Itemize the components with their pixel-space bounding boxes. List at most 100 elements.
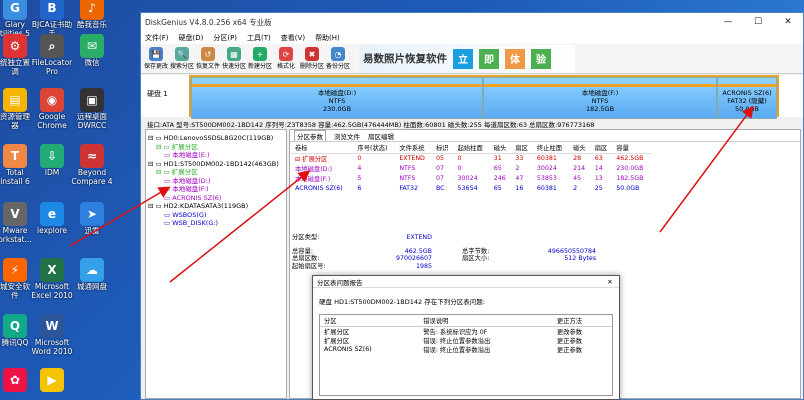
desktop-icon[interactable]: ⇩ IDM: [30, 144, 74, 177]
desktop-icon[interactable]: V Mware orkstat...: [0, 202, 32, 244]
menu-disk[interactable]: 硬盘(D): [179, 33, 204, 43]
tree-node[interactable]: ▭ 本地磁盘(F:): [148, 185, 284, 194]
desktop-icon-label-2: 器: [11, 121, 19, 130]
toolbar-button[interactable]: ◔ 备份分区: [326, 47, 350, 70]
toolbar-button[interactable]: + 新建分区: [248, 47, 272, 70]
error-list[interactable]: 分区 错误说明 更正方法 扩展分区 警告: 系统标识应为 0F 更改参数 扩展分区 错误: …: [319, 314, 613, 396]
toolbar-button[interactable]: ↺ 恢复文件: [196, 47, 220, 70]
ad-banner[interactable]: 易数照片恢复软件 立即体验: [359, 44, 575, 73]
column-header[interactable]: 磁头: [570, 142, 592, 154]
toolbar-button[interactable]: 💾 保存更改: [144, 47, 168, 70]
partition-block[interactable]: ACRONIS SZ(6) FAT32 (隐藏) 50.0GB: [717, 77, 777, 119]
toolbar-icon: ⟳: [279, 47, 293, 61]
tree-node[interactable]: ⊟ ▭ 扩展分区: [148, 168, 284, 177]
toolbar-button[interactable]: 🔍 搜索分区: [170, 47, 194, 70]
column-header[interactable]: 容量: [613, 142, 652, 154]
error-row[interactable]: ACRONIS SZ(6) 错误: 终止位置参数溢出 更正参数: [320, 345, 612, 354]
column-header[interactable]: 磁头: [490, 142, 513, 154]
desktop-icon[interactable]: e lexplore: [30, 202, 74, 235]
menu-view[interactable]: 查看(V): [281, 33, 305, 43]
table-row[interactable]: 本地磁盘(F:) 5 NTFS 07 30024 246 47 53853 45 13 182.5G…: [292, 174, 652, 184]
desktop-icon-label: Microsoft: [34, 338, 70, 347]
table-row[interactable]: ⊟ 扩展分区 0 EXTEND 05 0 31 33 60381 28 63 462.5GB: [292, 154, 652, 164]
desktop-icon[interactable]: ≈ Beyond Compare 4: [71, 144, 113, 186]
error-row[interactable]: 扩展分区 错误: 终止位置参数溢出 更正参数: [320, 336, 612, 345]
tree-node[interactable]: ▭ 本地磁盘(D:): [148, 177, 284, 186]
desktop-icon[interactable]: Q 腾讯QQ: [0, 314, 30, 347]
tab-partition-params[interactable]: 分区参数: [294, 130, 326, 141]
partition-block[interactable]: 本地磁盘(D:) NTFS 230.0GB: [191, 77, 483, 119]
title-bar[interactable]: DiskGenius V4.8.0.256 x64 专业版 — ☐ ✕: [141, 13, 803, 31]
toolbar-button[interactable]: ⟳ 格式化: [275, 47, 297, 70]
partition-size: 182.5GB: [585, 104, 615, 113]
error-row[interactable]: 扩展分区 警告: 系统标识应为 0F 更改参数: [320, 327, 612, 336]
app-icon: ◉: [40, 88, 64, 112]
tree-node[interactable]: ▭ WSBOS(G): [148, 211, 284, 220]
menu-help[interactable]: 帮助(H): [315, 33, 340, 43]
error-column-header[interactable]: 错误说明: [419, 315, 553, 327]
column-header[interactable]: 终止柱面: [533, 142, 571, 154]
extended-partition-bar[interactable]: 本地磁盘(D:) NTFS 230.0GB 本地磁盘(F:) NTFS 182.5GB AC…: [189, 75, 779, 119]
partition-error-dialog[interactable]: 分区表问题报告 ✕ 硬盘 HD1:ST500DM002-1BD142 存在下列分…: [312, 275, 620, 400]
tree-node[interactable]: ▭ ACRONIS SZ(6): [148, 194, 284, 203]
partition-size: 230.0GB: [322, 104, 352, 113]
desktop-icon[interactable]: ▣ 远程桌面 DWRCC: [72, 88, 112, 130]
desktop-icon[interactable]: GGlarytilities 5: [0, 0, 30, 38]
desktop-icon[interactable]: X Microsoft Excel 2010: [30, 258, 74, 300]
table-cell: 0: [457, 165, 462, 172]
column-header[interactable]: 序号(状态): [354, 142, 397, 154]
desktop-icon[interactable]: ➤ 迅雷: [72, 202, 112, 235]
table-cell: 4: [357, 165, 362, 172]
menu-tools[interactable]: 工具(T): [247, 33, 271, 43]
desktop-icon[interactable]: ⚡ 城安全软件: [0, 258, 30, 300]
menu-file[interactable]: 文件(F): [145, 33, 169, 43]
app-icon: ➤: [80, 202, 104, 226]
partition-block[interactable]: 本地磁盘(F:) NTFS 182.5GB: [483, 77, 717, 119]
desktop-icon[interactable]: ▤ 资源管理器: [0, 88, 30, 130]
menu-partition[interactable]: 分区(P): [213, 33, 237, 43]
column-header[interactable]: 卷标: [292, 142, 355, 154]
dialog-close-button[interactable]: ✕: [601, 278, 619, 286]
close-button[interactable]: ✕: [773, 17, 803, 27]
tab-sector-edit[interactable]: 扇区编辑: [368, 131, 394, 141]
toolbar-label: 格式化: [276, 63, 295, 70]
desktop-icon[interactable]: BBJCA证书助手: [30, 0, 74, 38]
toolbar-button[interactable]: ▦ 快速分区: [222, 47, 246, 70]
tree-node[interactable]: ⊟ ▭ HD2:KDATASATA3(119GB): [148, 202, 284, 211]
desktop-icon[interactable]: ⚙ 统独立置调: [0, 34, 30, 76]
desktop-icon[interactable]: W Microsoft Word 2010: [30, 314, 74, 356]
tree-node[interactable]: ⊟ ▭ 扩展分区: [148, 143, 284, 152]
desktop-icon[interactable]: ✉ 微信: [72, 34, 112, 67]
dialog-title-bar[interactable]: 分区表问题报告 ✕: [313, 276, 619, 288]
maximize-button[interactable]: ☐: [743, 17, 773, 27]
desktop-icon[interactable]: ✿: [0, 368, 30, 392]
error-cell: 扩展分区: [324, 329, 350, 336]
table-row[interactable]: ACRONIS SZ(6) 6 FAT32 BC 53654 65 16 60381 2 25 50…: [292, 184, 652, 194]
table-row[interactable]: 本地磁盘(D:) 4 NTFS 07 0 65 2 30024 214 14 230.0GB: [292, 164, 652, 174]
tab-browse-files[interactable]: 浏览文件: [334, 131, 360, 141]
app-icon: X: [40, 258, 64, 282]
tree-node[interactable]: ▭ 本地磁盘(E:): [148, 151, 284, 160]
column-header[interactable]: 扇区: [591, 142, 614, 154]
tree-node[interactable]: ▭ WSB_DISK(G:): [148, 219, 284, 228]
desktop-icon-label-2: 件: [11, 291, 19, 300]
column-header[interactable]: 扇区: [512, 142, 534, 154]
column-header[interactable]: 文件系统: [396, 142, 433, 154]
desktop-icon[interactable]: ⌕ FileLocator Pro: [30, 34, 74, 76]
tree-node[interactable]: ⊟ ▭ HD0:LenovoSSDSL8G20C(119GB): [148, 134, 284, 143]
desktop-icon[interactable]: ☁ 城通网盘: [72, 258, 112, 291]
error-column-header[interactable]: 分区: [320, 315, 420, 327]
column-header[interactable]: 标识: [432, 142, 455, 154]
error-column-header[interactable]: 更正方法: [552, 315, 612, 327]
error-cell: 错误: 终止位置参数溢出: [423, 347, 491, 354]
disk-tree[interactable]: ⊟ ▭ HD0:LenovoSSDSL8G20C(119GB) ⊟ ▭ 扩展分区 ▭…: [145, 129, 287, 399]
minimize-button[interactable]: —: [713, 17, 743, 27]
desktop-icon[interactable]: ▶: [30, 368, 74, 392]
desktop-icon[interactable]: ◉ Google Chrome: [30, 88, 74, 130]
column-header[interactable]: 起始柱面: [454, 142, 491, 154]
toolbar-button[interactable]: ✖ 删除分区: [300, 47, 324, 70]
tree-node[interactable]: ⊟ ▭ HD1:ST500DM002-1BD142(463GB): [148, 160, 284, 169]
desktop-icon[interactable]: ♪ 酷我音乐: [72, 0, 112, 29]
type-key: 分区类型:: [292, 234, 320, 241]
desktop-icon[interactable]: T Total install 6: [0, 144, 30, 186]
